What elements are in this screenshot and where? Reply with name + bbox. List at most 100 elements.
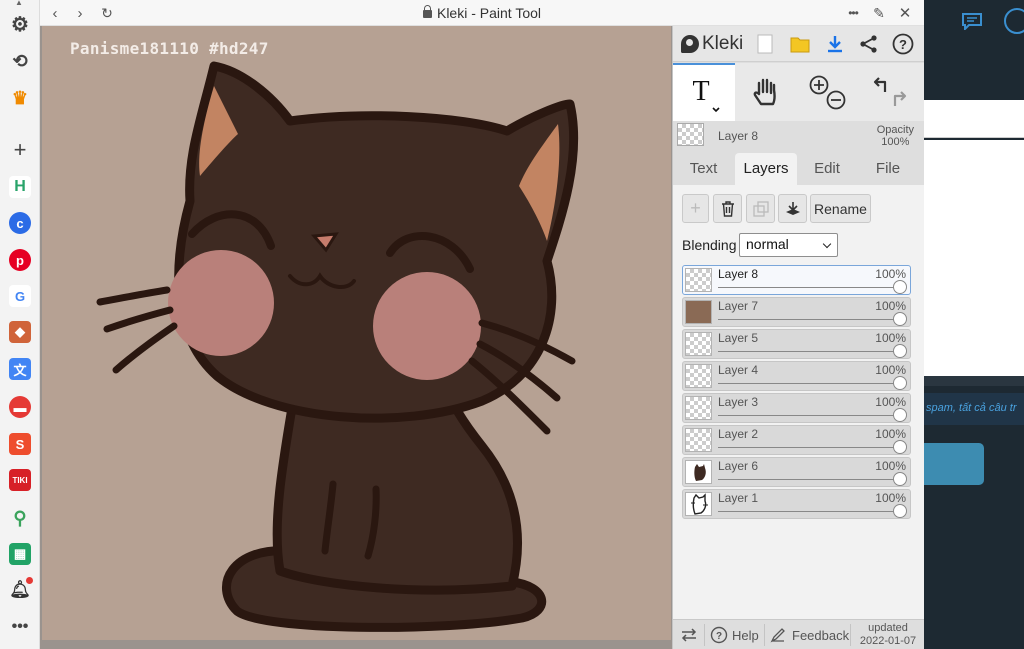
add-layer-button[interactable]: + — [682, 194, 709, 223]
layer-name: Layer 4 — [718, 363, 759, 377]
layer-item[interactable]: Layer 7 100% — [682, 297, 911, 327]
close-icon[interactable]: ✕ — [894, 2, 916, 24]
extension-icon[interactable]: ◆ — [9, 321, 31, 343]
merge-down-button[interactable] — [778, 194, 807, 223]
drawing-canvas[interactable]: Panisme181110 #hd247 — [42, 26, 671, 640]
kleki-logo-icon — [681, 35, 699, 53]
layer-opacity-slider[interactable] — [893, 408, 907, 422]
tab-text[interactable]: Text — [681, 153, 726, 185]
current-layer-opacity[interactable]: Opacity 100% — [877, 124, 914, 148]
cart-app-icon[interactable]: ▬ — [9, 396, 31, 418]
sheets-icon[interactable]: ▦ — [9, 543, 31, 565]
settings-icon[interactable]: ⚙ — [9, 13, 31, 36]
feedback-pen-icon — [770, 628, 785, 643]
layer-thumbnail — [685, 428, 712, 452]
current-layer-bar: Layer 8 Opacity 100% — [673, 121, 924, 151]
zoom-in-icon[interactable] — [809, 75, 829, 95]
help-button[interactable]: ? Help — [710, 620, 759, 649]
tiki-icon[interactable]: TIKI — [9, 469, 31, 491]
layer-name: Layer 2 — [718, 427, 759, 441]
messenger-app-icon[interactable]: c — [9, 212, 31, 234]
layer-opacity-slider[interactable] — [893, 344, 907, 358]
layer-opacity-slider[interactable] — [893, 280, 907, 294]
layer-opacity-track[interactable] — [718, 319, 898, 320]
redo-icon[interactable] — [893, 91, 907, 106]
more-icon[interactable]: ••• — [9, 616, 31, 638]
share-icon[interactable] — [856, 31, 882, 57]
layer-thumbnail — [685, 332, 712, 356]
layer-thumbnail — [685, 268, 712, 292]
rename-layer-button[interactable]: Rename — [810, 194, 871, 223]
layer-opacity-slider[interactable] — [893, 376, 907, 390]
layer-opacity-track[interactable] — [718, 447, 898, 448]
translate-icon[interactable]: 文 — [9, 358, 31, 380]
maps-pin-icon[interactable]: ⚲ — [9, 507, 31, 529]
layer-thumbnail — [685, 460, 712, 484]
layer-item[interactable]: Layer 8 100% — [682, 265, 911, 295]
layer-opacity-track[interactable] — [718, 479, 898, 480]
add-icon[interactable]: + — [9, 137, 31, 162]
layer-item[interactable]: Layer 3 100% — [682, 393, 911, 423]
pin-icon[interactable]: ✎ — [868, 2, 890, 24]
download-icon[interactable] — [822, 31, 848, 57]
tab-layers[interactable]: Layers — [735, 153, 797, 185]
hand-tool-button[interactable] — [735, 63, 797, 121]
crown-icon[interactable]: ♛ — [9, 87, 31, 109]
layer-opacity-slider[interactable] — [893, 440, 907, 454]
background-page: spam, tất cả câu tr — [924, 0, 1024, 649]
feedback-button[interactable]: Feedback — [770, 620, 849, 649]
background-page-text: spam, tất cả câu tr — [926, 402, 1017, 414]
more-options-icon[interactable]: ••• — [842, 2, 864, 24]
layer-item[interactable]: Layer 5 100% — [682, 329, 911, 359]
layer-opacity-slider[interactable] — [893, 472, 907, 486]
layer-opacity-slider[interactable] — [893, 504, 907, 518]
layer-item[interactable]: Layer 2 100% — [682, 425, 911, 455]
layer-item[interactable]: Layer 1 100% — [682, 489, 911, 519]
h-app-icon[interactable]: H — [9, 176, 31, 198]
layer-opacity-track[interactable] — [718, 415, 898, 416]
history-icon[interactable]: ⟲ — [9, 50, 31, 72]
whisker-left-3 — [112, 322, 178, 374]
tool-row: T — [673, 63, 924, 121]
layer-name: Layer 8 — [718, 267, 759, 281]
layer-opacity-track[interactable] — [718, 351, 898, 352]
layer-opacity: 100% — [875, 299, 906, 313]
collapse-arrow-icon[interactable]: ▲ — [15, 0, 25, 7]
chat-icon[interactable] — [961, 12, 983, 32]
layer-name: Layer 5 — [718, 331, 759, 345]
layer-item[interactable]: Layer 6 100% — [682, 457, 911, 487]
layer-thumbnail — [685, 300, 712, 324]
duplicate-layer-button[interactable] — [746, 194, 775, 223]
layer-item[interactable]: Layer 4 100% — [682, 361, 911, 391]
zoom-out-icon[interactable] — [826, 90, 846, 110]
undo-icon[interactable] — [873, 77, 887, 92]
tab-edit[interactable]: Edit — [808, 153, 846, 185]
canvas-area[interactable]: Panisme181110 #hd247 — [40, 26, 672, 649]
layer-opacity-track[interactable] — [718, 383, 898, 384]
tab-file[interactable]: File — [869, 153, 907, 185]
open-folder-icon[interactable] — [787, 31, 813, 57]
layer-opacity: 100% — [875, 267, 906, 281]
window-titlebar: ‹ › ↻ Kleki - Paint Tool ••• ✎ ✕ — [40, 0, 924, 26]
pinterest-icon[interactable]: p — [9, 249, 31, 271]
new-image-icon[interactable] — [752, 31, 778, 57]
whisker-left-2 — [103, 306, 174, 333]
panel-footer: ? Help Feedback updated 2022-01-07 — [673, 619, 924, 649]
zoom-buttons — [797, 63, 859, 121]
layer-opacity-track[interactable] — [718, 287, 898, 288]
text-tool-button[interactable]: T — [673, 63, 735, 121]
kleki-logo[interactable]: Kleki — [681, 31, 743, 57]
help-icon[interactable]: ? — [890, 31, 916, 57]
avatar-icon[interactable] — [1004, 8, 1024, 34]
blending-select[interactable]: normal — [739, 233, 838, 257]
background-page-button[interactable] — [924, 443, 984, 485]
swap-side-button[interactable] — [680, 620, 698, 649]
layer-opacity-slider[interactable] — [893, 312, 907, 326]
plus-icon: + — [690, 198, 701, 218]
layer-opacity-track[interactable] — [718, 511, 898, 512]
window-title: Kleki - Paint Tool — [40, 5, 924, 21]
bell-icon[interactable]: 🔔︎ — [9, 577, 33, 601]
google-icon[interactable]: G — [9, 285, 31, 307]
shopee-icon[interactable]: S — [9, 433, 31, 455]
delete-layer-button[interactable] — [713, 194, 742, 223]
